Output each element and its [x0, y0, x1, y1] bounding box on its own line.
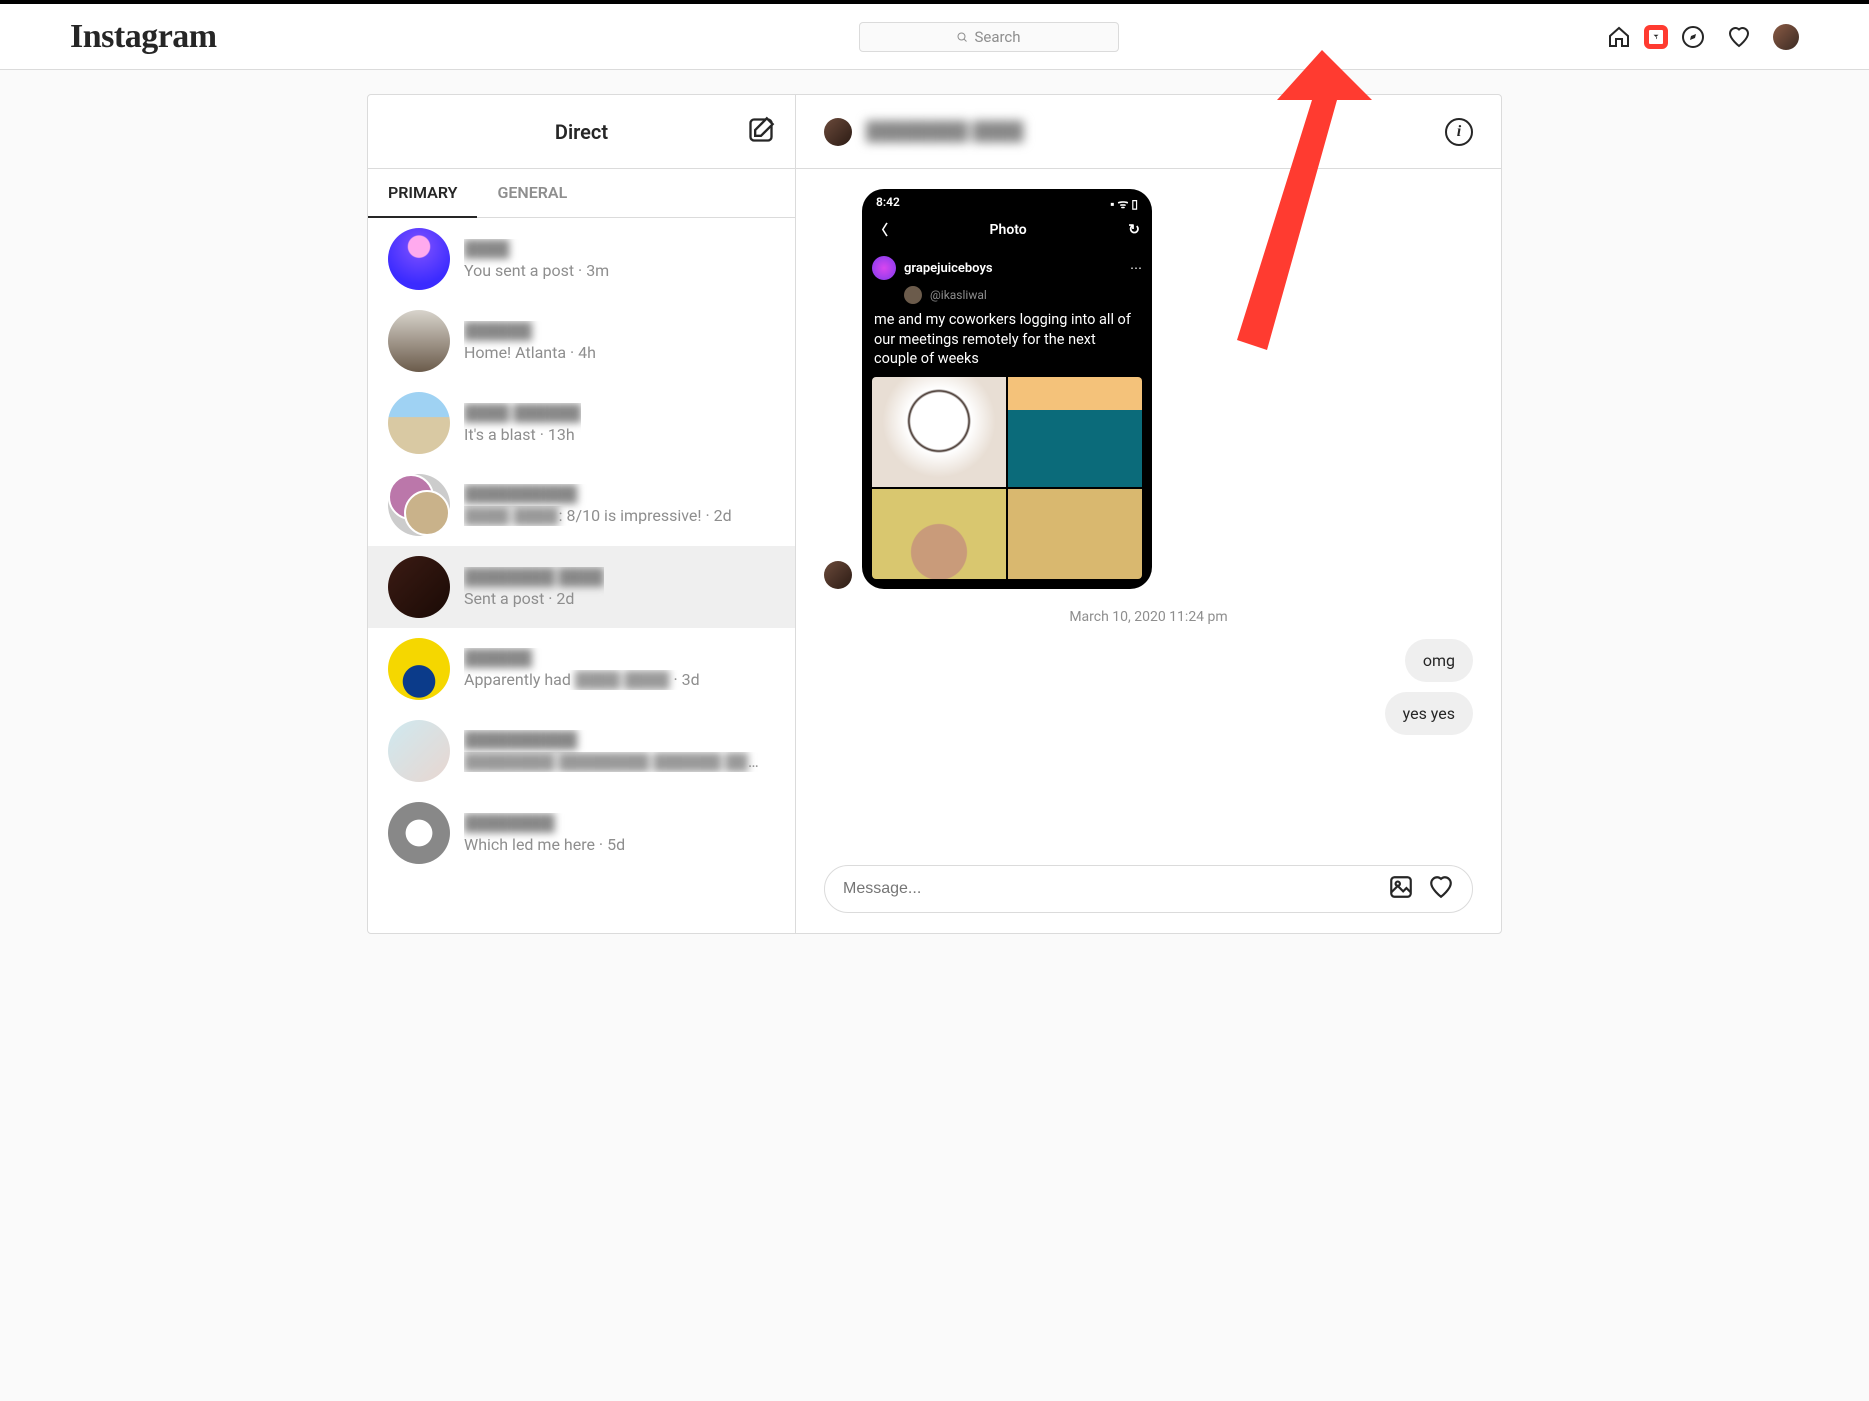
back-chevron-icon: 〈 — [874, 220, 888, 240]
search-input[interactable]: Search — [859, 22, 1119, 52]
conversation-preview: Apparently had ████ ████ · 3d — [464, 670, 700, 690]
post-account-avatar — [872, 256, 896, 280]
explore-icon[interactable] — [1681, 25, 1705, 49]
message-bubble: omg — [1405, 639, 1473, 682]
chat-username[interactable]: ████████ ████ — [866, 121, 1024, 142]
conversation-panel: Direct PRIMARY GENERAL ████ You sent a p… — [368, 95, 796, 933]
photo-icon[interactable] — [1388, 874, 1414, 904]
like-heart-icon[interactable] — [1428, 874, 1454, 904]
compose-button[interactable] — [747, 116, 775, 148]
composer — [796, 845, 1501, 933]
avatar — [388, 638, 450, 700]
post-caption: me and my coworkers logging into all of … — [862, 310, 1152, 377]
avatar — [388, 802, 450, 864]
grid-image — [1008, 489, 1142, 579]
conversation-preview: ████████ ████████ ██████ ████████... · 5… — [464, 752, 764, 772]
conversation-preview: You sent a post · 3m — [464, 261, 609, 280]
post-image-grid — [862, 377, 1152, 589]
conversation-name: ████████ — [464, 813, 625, 833]
conversation-preview: ████ ████: 8/10 is impressive! · 2d — [464, 506, 732, 526]
avatar — [388, 474, 450, 536]
outgoing-message: omg — [824, 639, 1473, 682]
home-icon[interactable] — [1607, 25, 1631, 49]
avatar — [388, 720, 450, 782]
conversation-name: ████ — [464, 239, 609, 259]
incoming-message: 8:42 ▪ ᯤ ▯ 〈 Photo ↻ grapejuiceboys ⋯ — [824, 189, 1473, 589]
conversation-name: ██████████ — [464, 484, 732, 504]
chat-avatar[interactable] — [824, 118, 852, 146]
conversation-name: ██████ — [464, 321, 596, 341]
direct-messages-icon[interactable] — [1644, 25, 1668, 49]
message-bubble: yes yes — [1385, 692, 1473, 735]
search-icon — [956, 31, 968, 43]
conversation-name: ██████████ — [464, 730, 764, 750]
direct-title: Direct — [555, 120, 608, 144]
conversation-item[interactable]: ████████ Which led me here · 5d — [368, 792, 795, 874]
top-nav: Instagram Search — [0, 4, 1869, 70]
avatar — [388, 228, 450, 290]
conversation-item[interactable]: ██████ Apparently had ████ ████ · 3d — [368, 628, 795, 710]
message-input[interactable] — [843, 880, 1374, 898]
tab-general[interactable]: GENERAL — [477, 169, 587, 217]
messages-area: 8:42 ▪ ᯤ ▯ 〈 Photo ↻ grapejuiceboys ⋯ — [796, 169, 1501, 845]
phone-time: 8:42 — [876, 195, 900, 212]
chat-header: ████████ ████ i — [796, 95, 1501, 169]
direct-container: Direct PRIMARY GENERAL ████ You sent a p… — [367, 94, 1502, 934]
chat-panel: ████████ ████ i 8:42 ▪ ᯤ ▯ 〈 Photo ↻ — [796, 95, 1501, 933]
post-header: grapejuiceboys ⋯ — [862, 250, 1152, 286]
message-timestamp: March 10, 2020 11:24 pm — [824, 609, 1473, 625]
shared-post[interactable]: 8:42 ▪ ᯤ ▯ 〈 Photo ↻ grapejuiceboys ⋯ — [862, 189, 1152, 589]
inbox-tabs: PRIMARY GENERAL — [368, 169, 795, 218]
conversation-item[interactable]: ████████ ████ Sent a post · 2d — [368, 546, 795, 628]
conversation-name: ████ ██████ — [464, 403, 581, 423]
outgoing-message: yes yes — [824, 692, 1473, 735]
conversation-item[interactable]: ██████ Home! Atlanta · 4h — [368, 300, 795, 382]
conversation-preview: It's a blast · 13h — [464, 425, 581, 444]
grid-image — [1008, 377, 1142, 487]
conversation-list: ████ You sent a post · 3m ██████ Home! A… — [368, 218, 795, 933]
post-account-name: grapejuiceboys — [904, 261, 993, 276]
refresh-icon: ↻ — [1128, 222, 1140, 238]
reply-avatar — [904, 286, 922, 304]
conversation-item[interactable]: ██████████ ████████ ████████ ██████ ████… — [368, 710, 795, 792]
instagram-logo[interactable]: Instagram — [70, 18, 370, 56]
reply-handle: @ikasliwal — [930, 288, 987, 302]
sender-avatar — [824, 561, 852, 589]
conversation-preview: Which led me here · 5d — [464, 835, 625, 854]
conversation-item[interactable]: ██████████ ████ ████: 8/10 is impressive… — [368, 464, 795, 546]
activity-heart-icon[interactable] — [1727, 25, 1751, 49]
conversation-preview: Sent a post · 2d — [464, 589, 604, 608]
avatar — [388, 392, 450, 454]
direct-header: Direct — [368, 95, 795, 169]
grid-image — [872, 377, 1006, 487]
avatar — [388, 556, 450, 618]
tab-primary[interactable]: PRIMARY — [368, 169, 477, 218]
profile-avatar[interactable] — [1773, 24, 1799, 50]
conversation-item[interactable]: ████ ██████ It's a blast · 13h — [368, 382, 795, 464]
phone-statusbar: 8:42 ▪ ᯤ ▯ — [862, 189, 1152, 214]
conversation-name: ██████ — [464, 648, 700, 668]
grid-image — [872, 489, 1006, 579]
search-placeholder: Search — [974, 28, 1020, 46]
more-icon: ⋯ — [1130, 261, 1142, 275]
phone-nav-title: Photo — [990, 222, 1027, 238]
avatar — [388, 310, 450, 372]
conversation-item[interactable]: ████ You sent a post · 3m — [368, 218, 795, 300]
message-input-pill[interactable] — [824, 865, 1473, 913]
phone-nav: 〈 Photo ↻ — [862, 214, 1152, 250]
status-icons: ▪ ᯤ ▯ — [1110, 195, 1138, 212]
conversation-name: ████████ ████ — [464, 567, 604, 587]
info-button[interactable]: i — [1445, 118, 1473, 146]
conversation-preview: Home! Atlanta · 4h — [464, 343, 596, 362]
post-reply-line: @ikasliwal — [862, 286, 1152, 310]
